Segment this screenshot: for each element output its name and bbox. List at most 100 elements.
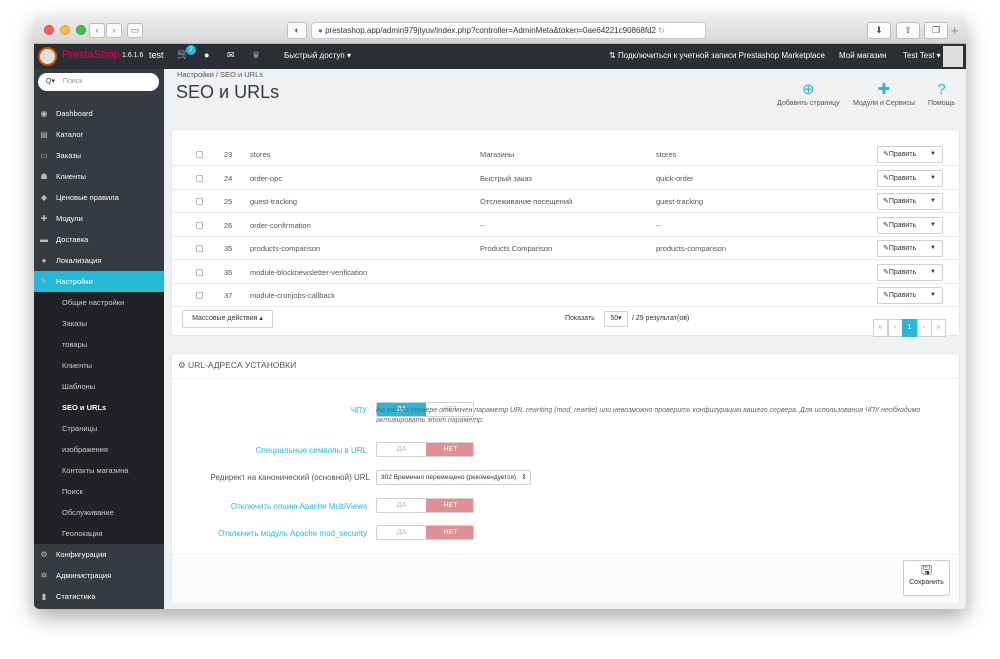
edit-button[interactable]: ✎Править ▼ [877, 263, 943, 281]
pagination-item[interactable]: » [931, 319, 946, 337]
trophy-icon[interactable]: ♕ [252, 50, 260, 61]
sidebar-subitem-3[interactable]: Клиенты [34, 355, 164, 376]
sidebar-subitem-1[interactable]: Заказы [34, 313, 164, 334]
multiviews-yes[interactable]: ДА [377, 499, 426, 512]
chevron-down-icon[interactable]: ▼ [930, 241, 936, 256]
tabs-button[interactable]: ❐ [924, 22, 948, 39]
row-checkbox[interactable] [196, 198, 203, 205]
mod-security-toggle[interactable]: ДА НЕТ [376, 525, 474, 540]
stats-icon: ▮ [41, 592, 47, 601]
sidebar-item-2[interactable]: ▭ Заказы [34, 145, 164, 166]
sidebar-subitem-5[interactable]: SEO и URLs [34, 397, 164, 418]
messages-icon[interactable]: ✉ [227, 50, 235, 61]
pagination-item[interactable]: › [916, 319, 932, 337]
avatar[interactable] [943, 46, 963, 67]
close-window-button[interactable] [44, 25, 54, 35]
pagination-item[interactable]: ‹ [887, 319, 903, 337]
zoom-window-button[interactable] [76, 25, 86, 35]
customers-icon: ☗ [40, 172, 48, 181]
sidebar-item-6[interactable]: ▬ Доставка [34, 229, 164, 250]
sidebar-subitem-0[interactable]: Общие настройки [34, 292, 164, 313]
special-chars-toggle[interactable]: ДА НЕТ [376, 442, 474, 457]
add-page-button[interactable]: ⊕ Добавить страницу [777, 80, 840, 107]
chevron-down-icon[interactable]: ▼ [930, 171, 936, 186]
sidebar-item-5[interactable]: ✚ Модули [34, 208, 164, 229]
row-checkbox[interactable] [196, 292, 203, 299]
search-input[interactable]: Q▾ Поиск [38, 73, 159, 91]
user-menu[interactable]: Test Test ▾ [903, 51, 941, 60]
sidebar-subitem-2[interactable]: товары [34, 334, 164, 355]
breadcrumb: Настройки / SEO и URLs [177, 70, 263, 79]
sidebar-subitem-7[interactable]: изображения [34, 439, 164, 460]
url-bar[interactable]: ● prestashop.app/admin979jtyuv/index.php… [311, 22, 706, 39]
edit-button[interactable]: ✎Править ▼ [877, 169, 943, 187]
row-checkbox[interactable] [196, 245, 203, 252]
sidebar-item-1[interactable]: ▤ Каталог [34, 124, 164, 145]
sidebar-bottom-item-0[interactable]: ⚙ Конфигурация [34, 544, 164, 565]
special-chars-no[interactable]: НЕТ [426, 443, 473, 456]
multiviews-no[interactable]: НЕТ [426, 499, 473, 512]
bulk-actions-button[interactable]: Массовые действия ▴ [182, 310, 273, 328]
modules-services-button[interactable]: ✚ Модули и Сервисы [853, 80, 915, 107]
sidebar-subitem-3-label: Клиенты [62, 361, 93, 370]
sidebar-subitem-4[interactable]: Шаблоны [34, 376, 164, 397]
downloads-button[interactable]: ⬇ [867, 22, 891, 39]
sidebar-item-0[interactable]: ◉ Dashboard [34, 103, 164, 124]
mod-rewrite-hint: На вашем сервере отключен параметр URL r… [376, 407, 921, 424]
reload-icon[interactable]: ↻ [658, 26, 665, 35]
sidebar-item-8[interactable]: ✎ Настройки [34, 271, 164, 292]
forward-button[interactable]: › [106, 23, 122, 38]
sidebar-item-3[interactable]: ☗ Клиенты [34, 166, 164, 187]
back-button[interactable]: ‹ [89, 23, 105, 38]
shield-button[interactable]: ◐ [287, 22, 307, 39]
mod-security-no[interactable]: НЕТ [426, 526, 473, 539]
meta-table-panel: 23 stores Магазины stores ✎Править ▼ 24 order-o… [171, 129, 961, 337]
edit-button[interactable]: ✎Править ▼ [877, 287, 943, 304]
per-page-select[interactable]: 50▾ [604, 311, 628, 327]
breadcrumb-settings[interactable]: Настройки [177, 70, 214, 79]
sidebar-item-4[interactable]: ◆ Ценовые правила [34, 187, 164, 208]
sidebar-bottom-item-1[interactable]: ✲ Администрация [34, 565, 164, 586]
marketplace-link[interactable]: ⇅ Подключиться к учетной записи Prestash… [609, 51, 825, 60]
sidebar-subitem-9[interactable]: Поиск [34, 481, 164, 502]
save-button[interactable]: 🖫 Сохранить [903, 560, 950, 596]
sidebar-subitem-8[interactable]: Контакты магазина [34, 460, 164, 481]
chevron-down-icon[interactable]: ▼ [930, 194, 936, 209]
cart-badge: 2 [186, 45, 196, 55]
minimize-window-button[interactable] [60, 25, 70, 35]
edit-button[interactable]: ✎Править ▼ [877, 216, 943, 234]
sidebar-bottom-item-2[interactable]: ▮ Статистика [34, 586, 164, 607]
edit-button[interactable]: ✎Править ▼ [877, 146, 943, 163]
row-checkbox[interactable] [196, 221, 203, 229]
sidebar-item-7[interactable]: ● Локализация [34, 250, 164, 271]
row-checkbox[interactable] [196, 268, 203, 276]
customer-icon[interactable]: ● [204, 50, 209, 60]
pagination-item[interactable]: 1 [902, 319, 917, 337]
sidebar-subitem-10[interactable]: Обслуживание [34, 502, 164, 523]
breadcrumb-seo[interactable]: SEO и URLs [220, 70, 263, 79]
edit-label: Править [888, 174, 917, 182]
mod-security-yes[interactable]: ДА [377, 526, 426, 539]
redirect-select[interactable]: 302 Временно перемещено (рекомендуется) … [376, 470, 531, 485]
row-checkbox[interactable] [196, 174, 203, 182]
chevron-down-icon[interactable]: ▼ [930, 265, 936, 280]
chevron-down-icon[interactable]: ▼ [930, 147, 936, 162]
my-shop-link[interactable]: Мой магазин [839, 51, 887, 60]
show-label: Показать [565, 315, 595, 322]
pagination-item[interactable]: « [873, 319, 888, 337]
sidebar-toggle-button[interactable]: ▭ [127, 23, 143, 38]
special-chars-yes[interactable]: ДА [377, 443, 426, 456]
help-button[interactable]: ? Помощь [928, 80, 955, 107]
table-row: 23 stores Магазины stores ✎Править ▼ [172, 143, 961, 166]
multiviews-toggle[interactable]: ДА НЕТ [376, 498, 474, 513]
chevron-down-icon[interactable]: ▼ [930, 288, 936, 303]
new-tab-icon[interactable]: + [951, 23, 959, 38]
sidebar-subitem-11[interactable]: Геолокация [34, 523, 164, 544]
quick-access-menu[interactable]: Быстрый доступ ▾ [284, 51, 351, 60]
chevron-down-icon[interactable]: ▼ [930, 218, 936, 233]
edit-button[interactable]: ✎Править ▼ [877, 193, 943, 210]
row-checkbox[interactable] [196, 151, 203, 158]
sidebar-subitem-6[interactable]: Страницы [34, 418, 164, 439]
share-button[interactable]: ⇪ [896, 22, 920, 39]
edit-button[interactable]: ✎Править ▼ [877, 240, 943, 257]
